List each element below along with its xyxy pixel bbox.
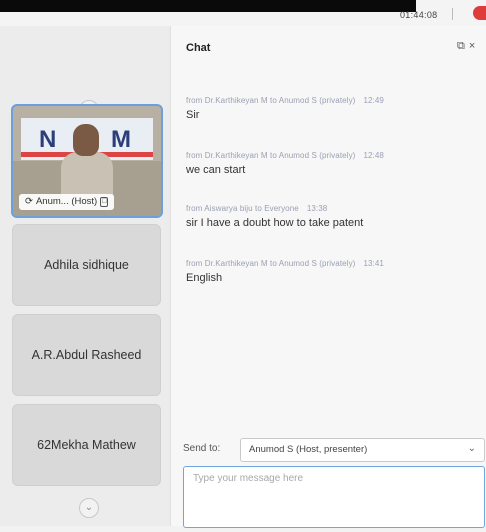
participant-tile[interactable]: 62Mekha Mathew [12, 404, 161, 486]
chevron-down-icon[interactable]: ⌄ [79, 498, 99, 518]
send-to-row: Send to: Anumod S (Host, presenter) ⌄ [183, 438, 486, 462]
participant-tile[interactable]: Adhila sidhique [12, 224, 161, 306]
chevron-down-icon: ⌄ [467, 443, 476, 454]
send-to-select[interactable]: Anumod S (Host, presenter) ⌄ [240, 438, 485, 462]
participants-panel: ⌃ N M ⟳Anum... (Host)□ Adhila sidhique A… [0, 26, 170, 526]
chat-panel: Chat ⧉ × from Dr.Karthikeyan M to Anumod … [170, 26, 486, 528]
message-text: Sir [186, 109, 200, 121]
chat-message: from Dr.Karthikeyan M to Anumod S (priva… [186, 259, 476, 284]
recording-indicator[interactable] [473, 6, 486, 20]
speaker-figure [61, 152, 113, 200]
chat-title: Chat [186, 42, 211, 54]
message-time: 12:49 [363, 96, 384, 105]
popout-icon[interactable]: ⧉ [457, 40, 465, 52]
message-meta: from Dr.Karthikeyan M to Anumod S (priva… [186, 259, 356, 268]
chat-message: from Aiswarya biju to Everyone 13:38 sir … [186, 204, 476, 229]
participant-name: 62Mekha Mathew [37, 438, 136, 452]
banner-letter: M [111, 126, 131, 153]
speaker-figure [73, 124, 99, 156]
message-input[interactable] [184, 467, 484, 527]
message-time: 12:48 [363, 151, 384, 160]
chat-actions: ⧉ × [453, 40, 475, 53]
message-time: 13:38 [306, 204, 328, 213]
participant-name-chip: ⟳ Anum... (Host) □ [19, 194, 115, 210]
message-text: we can start [186, 164, 246, 176]
meeting-timer: 01:44:08 [400, 10, 438, 20]
cc-icon: □ [100, 197, 109, 207]
participant-role: (Host) [71, 196, 98, 207]
send-to-label: Send to: [183, 443, 221, 454]
chat-message: from Dr.Karthikeyan M to Anumod S (priva… [186, 151, 476, 176]
pin-icon: ⟳ [25, 196, 33, 207]
message-meta: from Dr.Karthikeyan M to Anumod S (priva… [186, 151, 356, 160]
send-to-value: Anumod S (Host, presenter) [249, 444, 368, 455]
message-meta: from Dr.Karthikeyan M to Anumod S (priva… [186, 96, 356, 105]
close-icon[interactable]: × [469, 40, 475, 52]
participant-name: A.R.Abdul Rasheed [31, 348, 142, 362]
message-compose-box [183, 466, 485, 528]
screen-share-strip [0, 0, 416, 12]
participant-name: Adhila sidhique [44, 258, 129, 272]
participant-tile[interactable]: A.R.Abdul Rasheed [12, 314, 161, 396]
toolbar-divider [452, 8, 453, 20]
banner-letter: N [39, 126, 57, 153]
message-text: English [186, 272, 223, 284]
message-meta: from Aiswarya biju to Everyone [186, 204, 299, 213]
message-time: 13:41 [363, 259, 384, 268]
top-bar: 01:44:08 [0, 0, 486, 26]
participant-name: Anum... [35, 196, 69, 207]
chat-message: from Dr.Karthikeyan M to Anumod S (priva… [186, 96, 476, 121]
message-text: sir I have a doubt how to take patent [186, 217, 364, 229]
active-speaker-video[interactable]: N M ⟳ Anum... (Host) □ [11, 104, 163, 218]
